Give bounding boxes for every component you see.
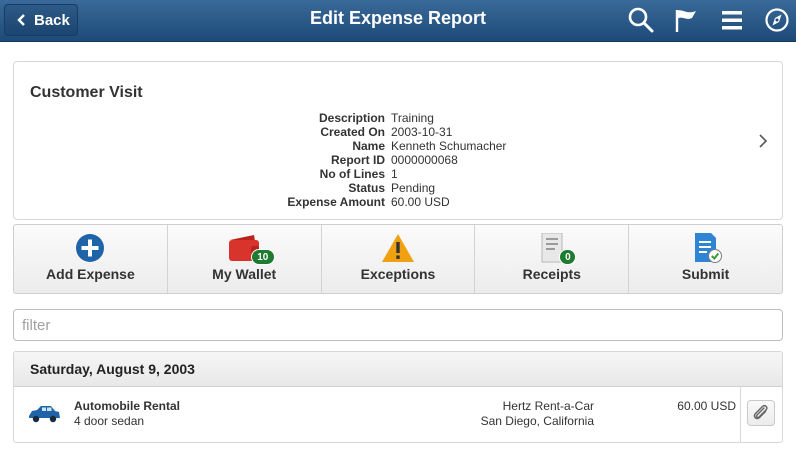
field-value: 2003-10-31: [391, 125, 453, 139]
warning-icon: [381, 234, 414, 262]
plus-circle-icon: [76, 234, 105, 262]
field-row: Description Training: [14, 111, 782, 125]
field-value: Pending: [391, 181, 436, 195]
app-header: Back Edit Expense Report: [0, 0, 796, 42]
car-icon: [29, 406, 60, 423]
submit-button[interactable]: Submit: [629, 225, 782, 293]
field-value: 60.00 USD: [391, 195, 450, 209]
attachment-button[interactable]: [740, 387, 782, 442]
attachment-button-frame[interactable]: [747, 400, 775, 426]
report-summary-card[interactable]: Customer Visit Description Training Crea…: [13, 61, 783, 220]
submit-document-icon: [694, 233, 722, 263]
field-label: Description: [318, 111, 385, 125]
field-row: Expense Amount 60.00 USD: [14, 195, 782, 209]
field-row: Name Kenneth Schumacher: [14, 139, 782, 153]
field-label: Created On: [320, 125, 385, 139]
add-expense-label: Add Expense: [46, 266, 135, 282]
chevron-right-icon[interactable]: [758, 134, 768, 148]
exceptions-button[interactable]: Exceptions: [322, 225, 476, 293]
receipts-count-badge: 0: [559, 249, 577, 265]
exceptions-label: Exceptions: [360, 266, 436, 282]
paperclip-icon: [753, 404, 768, 420]
report-name: Customer Visit: [30, 84, 143, 101]
field-value: 1: [391, 167, 398, 181]
expense-amount: 60.00 USD: [677, 399, 736, 413]
field-row: No of Lines 1: [14, 167, 782, 181]
field-value: Training: [391, 111, 434, 125]
expense-location: San Diego, California: [480, 414, 594, 428]
field-row: Created On 2003-10-31: [14, 125, 782, 139]
navigation-icon[interactable]: [763, 6, 791, 34]
group-date-header: Saturday, August 9, 2003: [14, 352, 782, 387]
field-label: No of Lines: [319, 167, 385, 181]
receipts-button[interactable]: 0 Receipts: [475, 225, 630, 293]
report-fields: Description Training Created On 2003-10-…: [14, 111, 782, 209]
field-label: Report ID: [331, 153, 385, 167]
action-bar: Add Expense 10 My Wallet Exceptions 0 Re…: [13, 224, 783, 294]
back-button[interactable]: Back: [4, 4, 78, 36]
field-label: Expense Amount: [287, 195, 385, 209]
submit-label: Submit: [681, 266, 730, 282]
field-label: Status: [348, 181, 385, 195]
wallet-count-badge: 10: [250, 249, 275, 265]
field-label: Name: [352, 139, 385, 153]
field-value: 0000000068: [391, 153, 458, 167]
expense-description: 4 door sedan: [74, 414, 145, 428]
flag-icon[interactable]: [672, 6, 700, 34]
menu-icon[interactable]: [718, 6, 746, 34]
my-wallet-button[interactable]: 10 My Wallet: [168, 225, 322, 293]
expense-type: Automobile Rental: [74, 399, 181, 413]
field-row: Status Pending: [14, 181, 782, 195]
expense-date-group: Saturday, August 9, 2003 Automobile Rent…: [13, 351, 783, 443]
field-row: Report ID 0000000068: [14, 153, 782, 167]
expense-line[interactable]: Automobile Rental 4 door sedan Hertz Ren…: [14, 387, 782, 442]
my-wallet-label: My Wallet: [212, 266, 277, 282]
back-label: Back: [34, 11, 70, 29]
filter-input[interactable]: [13, 309, 783, 341]
field-value: Kenneth Schumacher: [391, 139, 507, 153]
chevron-left-icon: [17, 14, 25, 26]
search-icon[interactable]: [627, 6, 655, 34]
add-expense-button[interactable]: Add Expense: [14, 225, 168, 293]
merchant-name: Hertz Rent-a-Car: [502, 399, 594, 413]
receipts-label: Receipts: [522, 266, 581, 282]
